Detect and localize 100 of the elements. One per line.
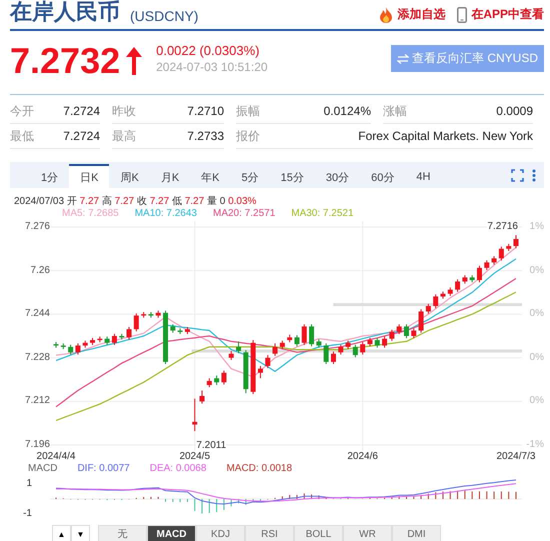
candlestick — [134, 312, 139, 332]
stat-label: 振幅 — [236, 102, 260, 120]
candlestick — [396, 324, 402, 335]
page-title: 在岸人民币 — [10, 0, 120, 26]
high-price-label: 7.2716 — [487, 221, 518, 232]
stat-value: 7.2710 — [187, 104, 224, 118]
percent-axis-label: 0% — [528, 264, 544, 277]
period-tab[interactable]: 60分 — [360, 164, 406, 188]
indicator-tab[interactable]: MACD — [147, 524, 196, 541]
ohlc-summary: 2024/07/03 开 7.27 高 7.27 收 7.27 低 7.27 量 0 0.03% — [14, 194, 258, 208]
phone-icon — [457, 6, 468, 22]
stat-value: 7.2724 — [63, 104, 100, 118]
candlestick — [404, 324, 409, 339]
stat-value: 0.0009 — [496, 104, 533, 118]
date-axis-label: 2024/6 — [347, 451, 378, 463]
candlestick — [455, 278, 460, 292]
candlestick — [374, 337, 380, 348]
stat-value: 0.0124% — [324, 104, 371, 118]
indicator-tab[interactable]: RSI — [245, 524, 294, 541]
stat-label: 最低 — [10, 128, 34, 144]
candlestick — [476, 265, 482, 283]
add-watchlist-link[interactable]: 添加自选 — [379, 6, 446, 23]
macd-legend: DEA: 0.0068 — [150, 463, 206, 474]
percent-axis-label: 1% — [528, 221, 544, 233]
indicator-tab[interactable]: 无 — [98, 524, 147, 541]
candlestick — [68, 344, 74, 356]
price-axis-label: 7.276 — [24, 221, 50, 233]
percent-axis-label: 0% — [528, 395, 544, 408]
period-tab[interactable]: 月K — [150, 164, 190, 188]
period-tab[interactable]: 年K — [190, 164, 230, 188]
scroll-up-button[interactable]: ▲ — [52, 524, 71, 541]
candlestick — [258, 365, 263, 379]
stat-value: 7.2724 — [63, 129, 100, 143]
macd-label: MACD — [28, 463, 58, 474]
candlestick — [192, 398, 198, 432]
indicator-tab[interactable]: WR — [343, 524, 392, 541]
candlestick — [324, 342, 329, 365]
period-tab[interactable]: 1分 — [30, 164, 70, 188]
period-tab[interactable]: 周K — [109, 164, 150, 188]
candlestick — [352, 344, 358, 358]
macd-legend: MACD: 0.0018 — [226, 463, 292, 474]
candlestick — [309, 324, 314, 347]
price-axis-label: 7.212 — [24, 395, 50, 408]
period-tab[interactable]: 4H — [405, 164, 442, 188]
candlestick — [360, 341, 366, 356]
candlestick — [126, 326, 132, 340]
candlestick — [433, 294, 438, 309]
flame-icon — [379, 6, 394, 22]
candlestick — [484, 260, 490, 271]
more-icon[interactable] — [532, 168, 536, 182]
candlestick — [294, 334, 300, 347]
price-axis-label: 7.26 — [30, 264, 50, 277]
stat-value: 7.2733 — [187, 129, 224, 143]
swap-icon — [396, 54, 409, 64]
stat-label: 报价 — [236, 128, 260, 144]
moving-average-legend: MA20: 7.2571 — [212, 208, 276, 219]
candlestick — [330, 351, 336, 365]
indicator-tab[interactable]: BOLL — [294, 524, 343, 541]
candlestick — [214, 375, 220, 386]
percent-axis-label: 0% — [528, 352, 544, 364]
percent-axis-label: 0% — [528, 308, 544, 320]
date-axis-label: 2024/7/3 — [496, 451, 536, 463]
candlestick — [498, 246, 504, 262]
moving-average-legend: MA5: 7.2685 — [62, 208, 119, 219]
scroll-down-button[interactable]: ▼ — [71, 524, 90, 541]
candlestick — [75, 342, 80, 356]
candlestick — [426, 303, 431, 314]
period-tab[interactable]: 日K — [69, 164, 110, 188]
date-axis-label: 2024/5 — [179, 451, 210, 463]
candlestick — [418, 308, 424, 334]
candlestick — [382, 336, 388, 348]
stat-label: 昨收 — [112, 102, 136, 120]
price-axis-label: 7.244 — [24, 308, 50, 320]
moving-average-legend: MA10: 7.2643 — [134, 208, 197, 219]
stat-label: 最高 — [112, 128, 136, 144]
candlestick — [513, 234, 518, 249]
stat-label: 今开 — [10, 102, 34, 120]
moving-average-legend: MA30: 7.2521 — [291, 208, 354, 219]
fullscreen-icon[interactable] — [511, 168, 524, 182]
price-axis-label: 7.228 — [24, 352, 50, 364]
currency-code: (USDCNY) — [130, 8, 198, 24]
percent-axis-label: -1% — [525, 438, 544, 451]
candlestick — [338, 344, 344, 356]
candlestick — [221, 370, 226, 386]
candlestick — [236, 340, 242, 354]
price-axis-label: 7.196 — [24, 438, 50, 451]
candlestick — [411, 328, 416, 339]
candlestick — [302, 324, 307, 346]
open-in-app-link[interactable]: 在APP中查看 — [457, 6, 544, 23]
indicator-tab[interactable]: DMI — [392, 524, 441, 541]
stat-label: 涨幅 — [383, 102, 407, 120]
period-tab[interactable]: 5分 — [230, 164, 270, 188]
period-tab[interactable]: 30分 — [314, 164, 360, 188]
stat-value: Forex Capital Markets. New York — [358, 129, 533, 143]
period-tab[interactable]: 15分 — [270, 164, 315, 188]
macd-axis-label: -1 — [22, 508, 32, 520]
price-change: 0.0022 (0.0303%) — [156, 43, 260, 58]
low-price-label: 7.2011 — [196, 440, 226, 451]
date-axis-label: 2024/4/4 — [36, 451, 76, 463]
indicator-tab[interactable]: KDJ — [196, 524, 245, 541]
